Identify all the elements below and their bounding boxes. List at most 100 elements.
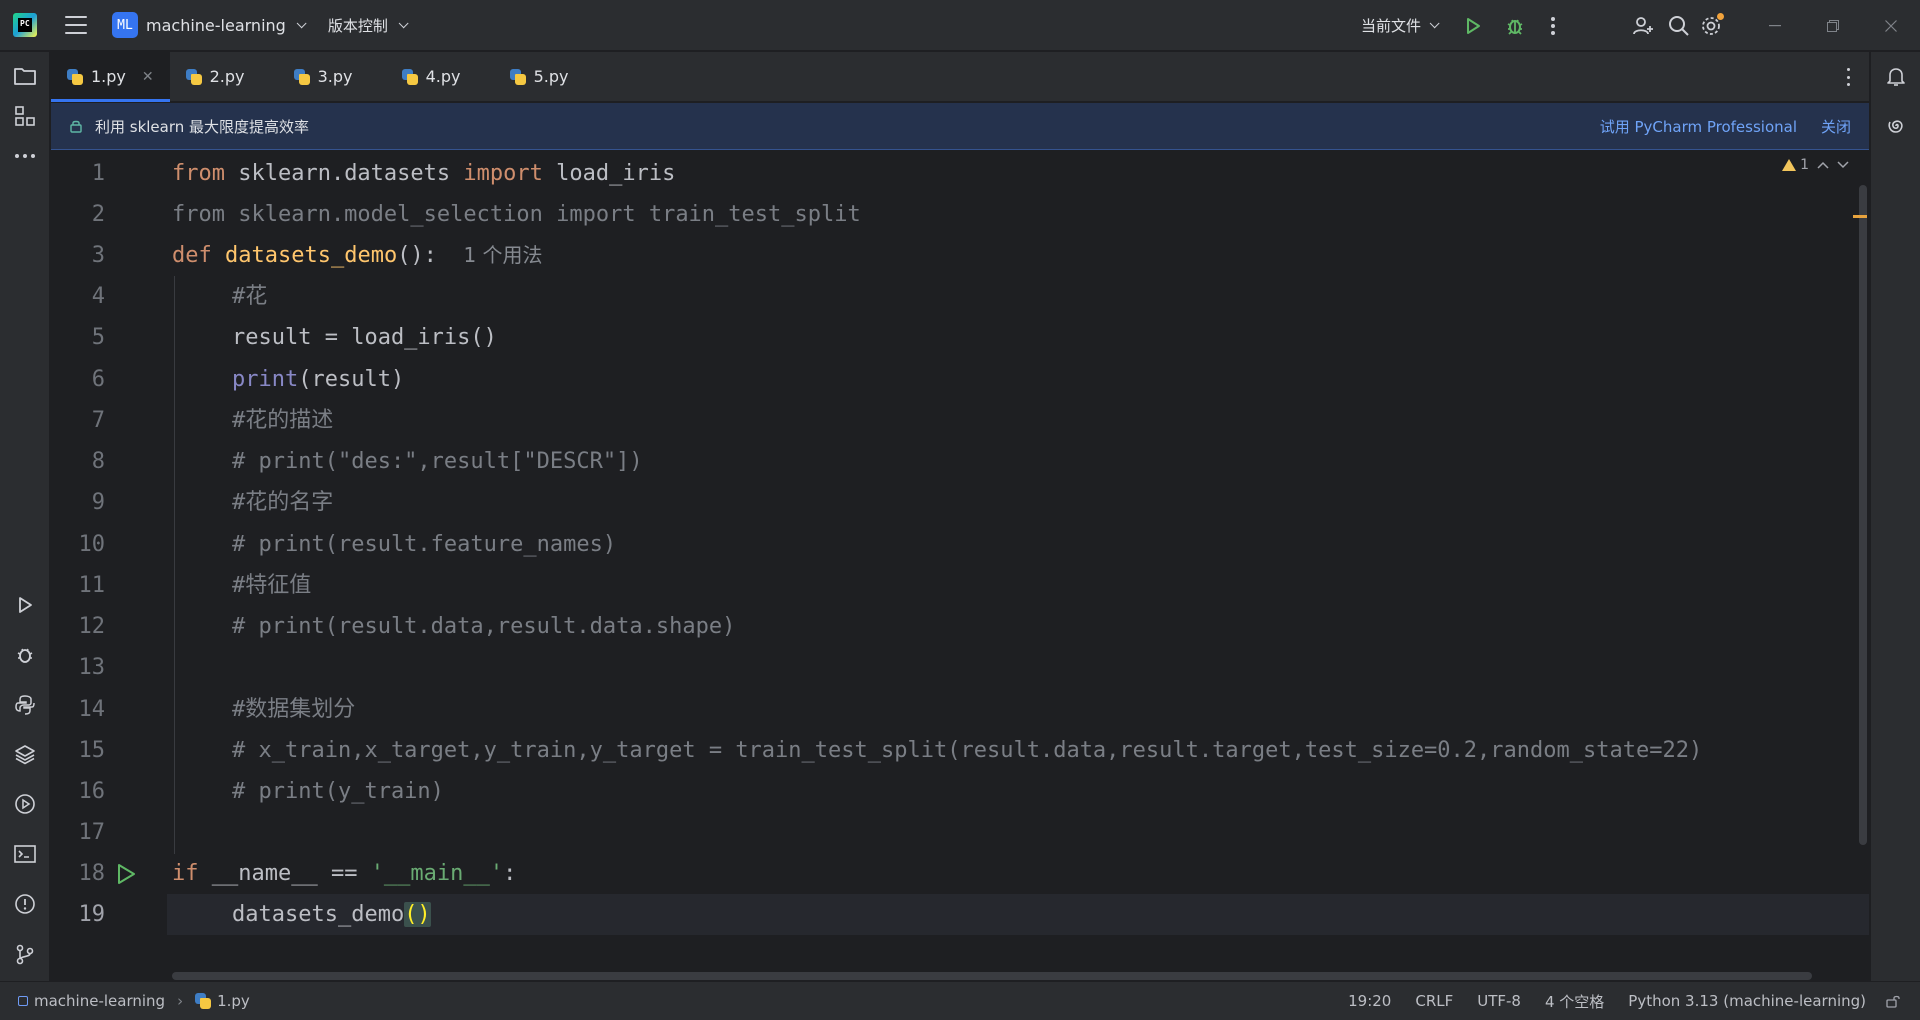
code-line: if __name__ == '__main__': [172, 861, 517, 886]
chevron-down-icon [398, 17, 409, 28]
breadcrumb-file[interactable]: 1.py [217, 992, 250, 1010]
minimize-icon [1769, 24, 1781, 26]
python-interpreter[interactable]: Python 3.13 (machine-learning) [1628, 992, 1866, 1010]
add-user-icon [1633, 16, 1653, 34]
run-tool-button[interactable] [13, 593, 37, 617]
git-tool-button[interactable] [13, 942, 37, 966]
close-window-button[interactable] [1862, 0, 1920, 51]
problems-icon [15, 894, 35, 914]
project-badge[interactable]: ML [112, 12, 138, 38]
code-line: from sklearn.datasets import load_iris [172, 161, 676, 186]
title-bar: PC ML machine-learning 版本控制 当前文件 [0, 0, 1920, 51]
settings-button[interactable] [1696, 11, 1726, 41]
usage-hint: 1 个用法 [463, 243, 543, 267]
vcs-menu[interactable]: 版本控制 [328, 15, 409, 36]
tab-label: 4.py [425, 67, 461, 86]
code-line: from sklearn.model_selection import trai… [172, 202, 861, 227]
ai-assistant-button[interactable] [1884, 114, 1908, 138]
line-separator[interactable]: CRLF [1415, 992, 1453, 1010]
code-line: #花的名字 [232, 490, 334, 515]
notifications-button[interactable] [1884, 64, 1908, 88]
code-line: # x_train,x_target,y_train,y_target = tr… [232, 738, 1703, 763]
try-professional-link[interactable]: 试用 PyCharm Professional [1600, 116, 1797, 137]
tab-label: 3.py [317, 67, 353, 86]
line-number: 10 [78, 532, 106, 557]
line-number: 1 [91, 161, 105, 186]
line-number: 8 [91, 449, 105, 474]
run-config-selector[interactable]: 当前文件 [1361, 15, 1440, 36]
chevron-down-icon[interactable] [1837, 161, 1849, 169]
python-console-button[interactable] [13, 693, 37, 717]
vertical-scrollbar[interactable] [1859, 185, 1867, 845]
more-horizontal-icon [15, 154, 35, 158]
banner-close-link[interactable]: 关闭 [1821, 116, 1851, 137]
banner-text: 利用 sklearn 最大限度提高效率 [95, 117, 310, 136]
layers-icon [15, 745, 35, 765]
line-number: 16 [78, 779, 106, 804]
services-tool-button[interactable] [13, 792, 37, 816]
code-line: def datasets_demo(): 1 个用法 [172, 243, 543, 268]
line-number: 6 [91, 367, 105, 392]
python-file-icon [185, 68, 202, 85]
branch-icon [16, 944, 34, 965]
python-file-icon [67, 68, 83, 85]
more-tools-button[interactable] [13, 144, 37, 168]
add-user-button[interactable] [1628, 11, 1658, 41]
structure-tool-button[interactable] [13, 104, 37, 128]
warning-stripe-marker[interactable] [1853, 215, 1867, 218]
code-line: # print(result.data,result.data.shape) [232, 614, 736, 639]
search-button[interactable] [1664, 11, 1694, 41]
services-icon [15, 794, 35, 814]
tab-4-py[interactable]: 4.py [386, 52, 494, 101]
chevron-up-icon[interactable] [1817, 161, 1829, 169]
more-actions-button[interactable] [1538, 11, 1568, 41]
project-tool-button[interactable] [13, 64, 37, 88]
debug-tool-button[interactable] [13, 643, 37, 667]
indent-setting[interactable]: 4 个空格 [1545, 991, 1604, 1012]
line-number: 19 [78, 902, 106, 927]
code-line: result = load_iris() [232, 325, 497, 350]
problems-tool-button[interactable] [13, 892, 37, 916]
code-line: # print(result.feature_names) [232, 532, 617, 557]
file-encoding[interactable]: UTF-8 [1477, 992, 1521, 1010]
tab-2-py[interactable]: 2.py [170, 52, 278, 101]
tab-3-py[interactable]: 3.py [278, 52, 386, 101]
inspection-widget[interactable]: 1 [1782, 157, 1849, 173]
tabs-more-icon[interactable] [1847, 68, 1851, 86]
terminal-icon [14, 845, 36, 863]
terminal-tool-button[interactable] [13, 842, 37, 866]
project-name: machine-learning [146, 15, 286, 35]
run-button[interactable] [1458, 11, 1488, 41]
debug-button[interactable] [1500, 11, 1530, 41]
horizontal-scrollbar[interactable] [172, 972, 1812, 980]
search-icon [1669, 15, 1689, 36]
restore-button[interactable] [1804, 0, 1862, 51]
spiral-icon [1888, 120, 1903, 133]
notification-dot [1717, 12, 1724, 20]
tab-5-py[interactable]: 5.py [494, 52, 602, 101]
main-menu-icon[interactable] [65, 16, 87, 34]
indent-guide [174, 276, 175, 854]
close-tab-icon[interactable]: ✕ [142, 69, 154, 85]
python-packages-button[interactable] [13, 742, 37, 766]
run-gutter-icon[interactable] [113, 862, 137, 886]
bell-icon [1887, 68, 1905, 86]
code-editor[interactable]: 1 2 3 4 5 6 7 8 9 10 11 12 13 14 15 16 1… [51, 151, 1869, 980]
restore-icon [1827, 19, 1839, 32]
pycharm-logo-icon: PC [13, 13, 37, 37]
code-area[interactable]: from sklearn.datasets import load_iris f… [172, 151, 1869, 980]
unlock-icon[interactable] [1886, 994, 1900, 1008]
code-line: # print(y_train) [232, 779, 444, 804]
close-icon [1885, 19, 1897, 32]
run-icon [19, 597, 32, 613]
breadcrumb-project[interactable]: machine-learning [34, 992, 165, 1010]
minimize-button[interactable] [1746, 0, 1804, 51]
project-selector[interactable]: machine-learning [146, 15, 307, 35]
tab-1-py[interactable]: 1.py ✕ [51, 52, 170, 102]
tab-label: 2.py [209, 67, 245, 86]
line-number: 3 [91, 243, 105, 268]
bug-icon [17, 648, 33, 663]
tab-label: 5.py [533, 67, 569, 86]
caret-position[interactable]: 19:20 [1348, 992, 1391, 1010]
warning-count: 1 [1800, 157, 1809, 173]
